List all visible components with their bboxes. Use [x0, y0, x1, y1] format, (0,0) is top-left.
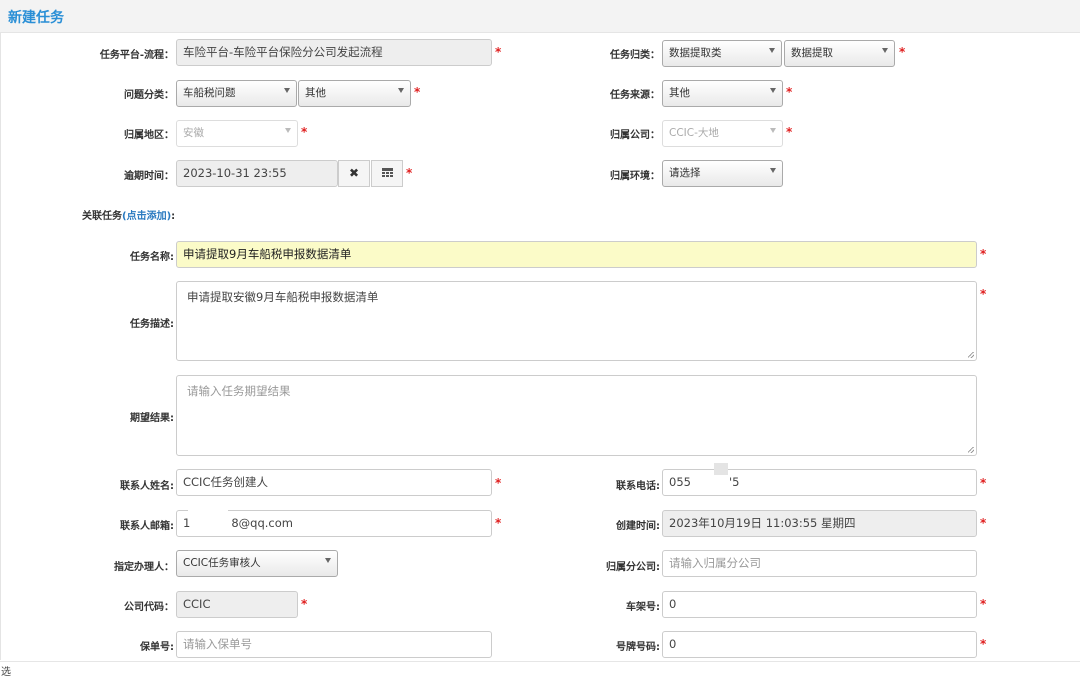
task-name-label: 任务名称:	[130, 252, 174, 263]
status-bar: 选	[0, 661, 1080, 678]
resize-handle-icon[interactable]	[968, 447, 974, 453]
chevron-down-icon	[769, 48, 775, 53]
platform-flow-label: 任务平台-流程：	[99, 50, 174, 61]
environment-select[interactable]: 请选择	[662, 160, 783, 187]
task-source-value: 其他	[669, 87, 690, 99]
task-name-input[interactable]: 申请提取9月车船税申报数据清单	[176, 241, 977, 268]
task-category-value: 数据提取类	[669, 47, 722, 59]
assignee-label: 指定办理人：	[114, 562, 174, 573]
required-mark: *	[786, 85, 793, 99]
clear-date-button[interactable]: ✖	[338, 160, 370, 187]
vin-label: 车架号:	[626, 602, 660, 613]
issue-subcategory-select[interactable]: 其他	[298, 80, 411, 107]
chevron-down-icon	[398, 88, 404, 93]
related-task-label: 关联任务(点击添加):	[82, 207, 175, 222]
required-mark: *	[495, 516, 502, 530]
region-select: 安徽	[176, 120, 298, 147]
chevron-down-icon	[325, 558, 331, 563]
expected-result-placeholder: 请输入任务期望结果	[187, 384, 291, 398]
expected-result-textarea[interactable]: 请输入任务期望结果	[176, 375, 977, 456]
contact-phone-label: 联系电话:	[616, 481, 660, 492]
expected-result-label: 期望结果:	[130, 413, 174, 424]
platform-flow-field: 车险平台-车险平台保险分公司发起流程	[176, 39, 492, 66]
issue-category-value: 车船税问题	[183, 87, 236, 99]
chevron-down-icon	[770, 168, 776, 173]
required-mark: *	[980, 287, 987, 301]
required-mark: *	[301, 125, 308, 139]
required-mark: *	[980, 476, 987, 490]
contact-email-value-end: 8@qq.com	[231, 516, 293, 530]
required-mark: *	[980, 597, 987, 611]
created-time-label: 创建时间:	[616, 521, 660, 532]
environment-value: 请选择	[669, 167, 701, 179]
vin-input[interactable]: 0	[662, 591, 977, 618]
issue-subcategory-value: 其他	[305, 87, 326, 99]
region-value: 安徽	[183, 127, 204, 139]
required-mark: *	[980, 247, 987, 261]
task-category-label: 任务归类：	[610, 50, 660, 61]
contact-phone-value-end: '5	[728, 475, 740, 489]
issue-category-select[interactable]: 车船税问题	[176, 80, 297, 107]
contact-phone-value-start: 055	[669, 475, 691, 489]
task-subcategory-value: 数据提取	[791, 47, 833, 59]
task-desc-textarea[interactable]: 申请提取安徽9月车船税申报数据清单	[176, 281, 977, 361]
required-mark: *	[980, 516, 987, 530]
contact-phone-input[interactable]: 055 '5	[662, 469, 977, 496]
chevron-down-icon	[882, 48, 888, 53]
page-header: 新建任务	[0, 0, 1080, 33]
task-category-select[interactable]: 数据提取类	[662, 40, 782, 67]
required-mark: *	[786, 125, 793, 139]
environment-label: 归属环境：	[610, 171, 660, 182]
add-related-task-link[interactable]: (点击添加)	[122, 211, 171, 222]
policy-no-label: 保单号:	[140, 642, 174, 653]
related-task-colon: :	[171, 211, 176, 222]
company-value: CCIC-大地	[669, 127, 719, 139]
required-mark: *	[406, 166, 413, 180]
close-icon: ✖	[348, 166, 360, 180]
calendar-button[interactable]	[371, 160, 403, 187]
required-mark: *	[301, 597, 308, 611]
company-code-label: 公司代码：	[124, 602, 174, 613]
required-mark: *	[414, 85, 421, 99]
resize-handle-icon[interactable]	[968, 352, 974, 358]
policy-no-input[interactable]: 请输入保单号	[176, 631, 492, 658]
contact-name-input[interactable]: CCIC任务创建人	[176, 469, 492, 496]
created-time-field: 2023年10月19日 11:03:55 星期四	[662, 510, 977, 537]
required-mark: *	[495, 45, 502, 59]
issue-category-label: 问题分类：	[124, 90, 174, 101]
redaction-block	[714, 463, 728, 475]
page-title: 新建任务	[8, 10, 64, 26]
chevron-down-icon	[285, 128, 291, 133]
chevron-down-icon	[770, 128, 776, 133]
company-label: 归属公司：	[610, 130, 660, 141]
task-desc-label: 任务描述:	[130, 319, 174, 330]
branch-label: 归属分公司:	[606, 562, 660, 573]
company-select: CCIC-大地	[662, 120, 783, 147]
due-time-label: 逾期时间：	[124, 171, 174, 182]
required-mark: *	[495, 476, 502, 490]
plate-no-input[interactable]: 0	[662, 631, 977, 658]
related-task-text: 关联任务	[82, 211, 122, 222]
chevron-down-icon	[284, 88, 290, 93]
region-label: 归属地区：	[124, 130, 174, 141]
task-subcategory-select[interactable]: 数据提取	[784, 40, 895, 67]
required-mark: *	[899, 45, 906, 59]
contact-email-label: 联系人邮箱:	[120, 521, 174, 532]
chevron-down-icon	[770, 88, 776, 93]
assignee-value: CCIC任务审核人	[183, 557, 261, 569]
due-time-field[interactable]: 2023-10-31 23:55	[176, 160, 338, 187]
redaction-block	[188, 505, 228, 519]
task-desc-value: 申请提取安徽9月车船税申报数据清单	[187, 290, 379, 304]
required-mark: *	[980, 637, 987, 651]
contact-name-label: 联系人姓名:	[120, 481, 174, 492]
plate-no-label: 号牌号码:	[616, 642, 660, 653]
calendar-icon	[381, 168, 393, 178]
company-code-field: CCIC	[176, 591, 298, 618]
branch-input[interactable]: 请输入归属分公司	[662, 550, 977, 577]
assignee-select[interactable]: CCIC任务审核人	[176, 550, 338, 577]
task-source-label: 任务来源：	[610, 90, 660, 101]
task-source-select[interactable]: 其他	[662, 80, 783, 107]
